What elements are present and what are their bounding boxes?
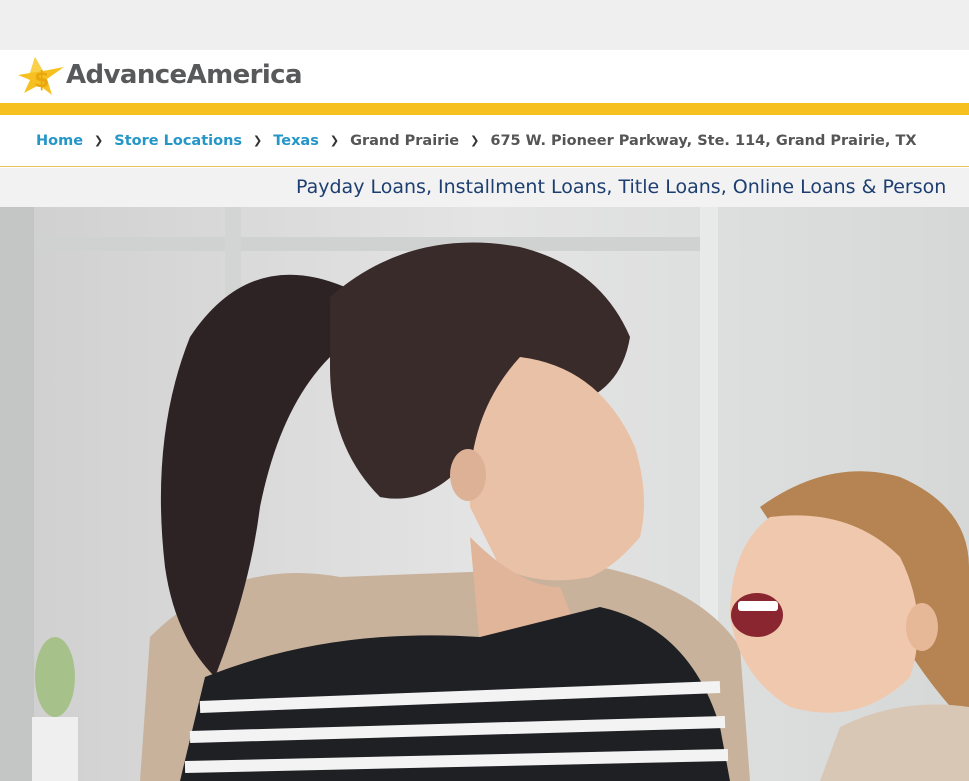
breadcrumb-store-locations-link[interactable]: Store Locations	[114, 133, 242, 149]
chevron-right-icon: ❯	[470, 134, 480, 147]
chevron-right-icon: ❯	[94, 134, 104, 147]
logo-wordmark: AdvanceAmerica	[66, 60, 303, 90]
tagline-bar: Payday Loans, Installment Loans, Title L…	[0, 168, 969, 207]
chevron-right-icon: ❯	[329, 134, 340, 147]
accent-bar	[0, 103, 969, 115]
breadcrumb-home-link[interactable]: Home	[36, 133, 83, 149]
hero-image	[0, 207, 969, 781]
chevron-right-icon: ❯	[253, 134, 263, 147]
site-header: $ AdvanceAmerica	[0, 50, 969, 103]
breadcrumb-store-address: 675 W. Pioneer Parkway, Ste. 114, Grand …	[490, 132, 917, 149]
hero-photo-illustration	[0, 207, 969, 781]
star-logo-icon: $	[18, 57, 64, 95]
breadcrumb: Home ❯ Store Locations ❯ Texas ❯ Grand P…	[0, 115, 969, 167]
top-strip	[0, 0, 969, 50]
svg-text:$: $	[34, 68, 49, 93]
services-tagline: Payday Loans, Installment Loans, Title L…	[296, 176, 947, 198]
logo-link[interactable]: $ AdvanceAmerica	[16, 52, 303, 98]
breadcrumb-texas-link[interactable]: Texas	[273, 133, 319, 149]
breadcrumb-city: Grand Prairie	[350, 132, 460, 149]
